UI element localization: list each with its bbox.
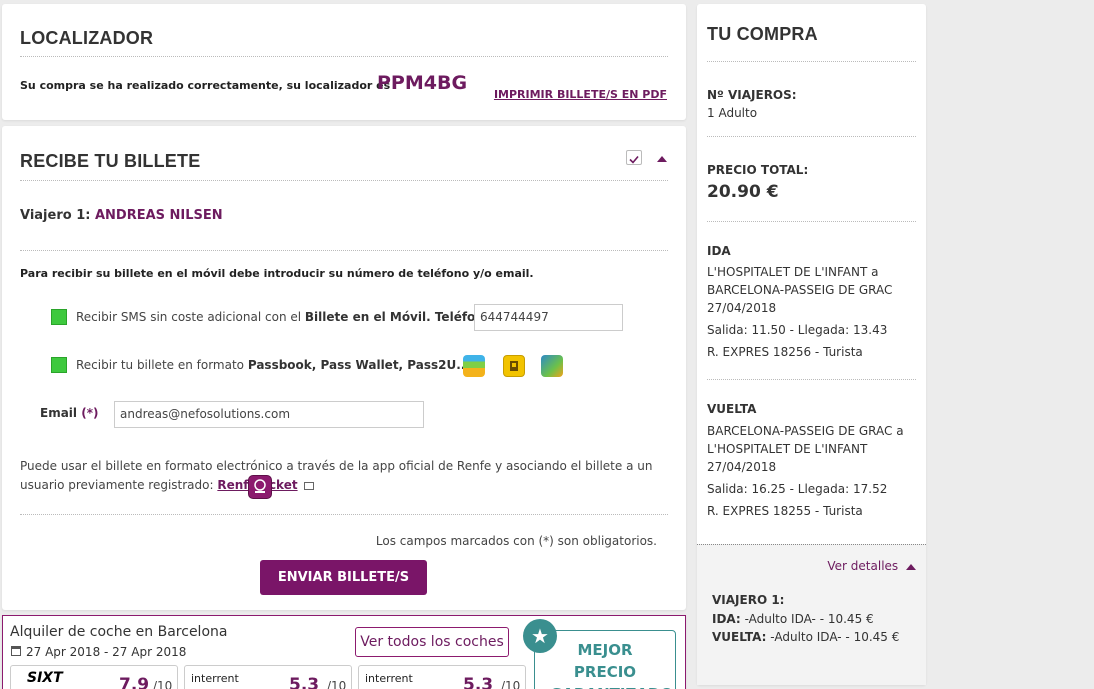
viajeros-value: 1 Adulto bbox=[707, 106, 758, 120]
localizador-message: Su compra se ha realizado correctamente,… bbox=[20, 79, 391, 92]
compra-title: TU COMPRA bbox=[707, 24, 818, 44]
divider bbox=[20, 56, 668, 57]
provider-score: 5.3 bbox=[463, 675, 494, 689]
detail-viajero: VIAJERO 1: bbox=[712, 593, 785, 607]
renfe-app-icon[interactable] bbox=[248, 475, 272, 499]
provider-logo-sixt: SIXT bbox=[27, 670, 63, 686]
detail-ida-value: -Adulto IDA- - 10.45 € bbox=[744, 612, 874, 626]
collapse-arrow-icon[interactable] bbox=[657, 156, 667, 162]
ida-date: 27/04/2018 bbox=[707, 301, 777, 315]
detail-vuelta-row: VUELTA: -Adulto IDA- - 10.45 € bbox=[712, 630, 899, 644]
recibe-billete-card: RECIBE TU BILLETE Viajero 1: ANDREAS NIL… bbox=[2, 126, 686, 610]
divider bbox=[707, 221, 916, 222]
provider-score-max: /10 bbox=[501, 679, 521, 689]
ver-detalles-text: Ver detalles bbox=[827, 559, 899, 573]
required-note: Los campos marcados con (*) son obligato… bbox=[375, 534, 657, 548]
ida-details: L'HOSPITALET DE L'INFANT a BARCELONA-PAS… bbox=[707, 263, 912, 361]
localizador-card: LOCALIZADOR Su compra se ha realizado co… bbox=[2, 4, 686, 120]
localizador-code: PPM4BG bbox=[377, 72, 468, 94]
provider-score-max: /10 bbox=[153, 679, 173, 689]
detail-vuelta-value: -Adulto IDA- - 10.45 € bbox=[770, 630, 900, 644]
email-label: Email (*) bbox=[40, 406, 98, 420]
sms-text-bold: Billete en el Móvil. Teléfono bbox=[304, 310, 493, 324]
recibe-title: RECIBE TU BILLETE bbox=[20, 151, 201, 171]
email-required-mark: (*) bbox=[81, 406, 99, 420]
details-panel: Ver detalles VIAJERO 1: IDA: -Adulto IDA… bbox=[697, 544, 926, 685]
vuelta-times: Salida: 16.25 - Llegada: 17.52 bbox=[707, 482, 888, 496]
divider bbox=[20, 250, 668, 251]
ida-times: Salida: 11.50 - Llegada: 13.43 bbox=[707, 323, 888, 337]
divider bbox=[707, 61, 916, 62]
vuelta-details: BARCELONA-PASSEIG DE GRAC a L'HOSPITALET… bbox=[707, 422, 912, 520]
wallet-app-icon bbox=[463, 355, 485, 377]
divider bbox=[20, 514, 668, 515]
localizador-title: LOCALIZADOR bbox=[20, 28, 154, 48]
divider bbox=[20, 180, 668, 181]
viajeros-label: Nº VIAJEROS: bbox=[707, 88, 797, 102]
provider-score: 7.9 bbox=[119, 675, 150, 689]
passwallet-app-icon bbox=[503, 355, 525, 377]
precio-label: PRECIO TOTAL: bbox=[707, 163, 809, 177]
detail-vuelta-label: VUELTA: bbox=[712, 630, 767, 644]
sms-label: Recibir SMS sin coste adicional con el B… bbox=[76, 310, 507, 324]
sms-checkbox[interactable] bbox=[51, 309, 67, 325]
precio-value: 20.90 € bbox=[707, 182, 779, 202]
divider bbox=[707, 136, 916, 137]
provider-logo-interrent: interrent bbox=[191, 672, 239, 685]
email-input[interactable]: andreas@nefosolutions.com bbox=[114, 401, 424, 428]
send-tickets-button[interactable]: ENVIAR BILLETE/S bbox=[260, 560, 427, 595]
passbook-text-bold: Passbook, Pass Wallet, Pass2U.... bbox=[247, 358, 475, 372]
check-icon[interactable] bbox=[626, 150, 642, 165]
external-link-icon bbox=[304, 481, 315, 490]
car-rental-dates: 27 Apr 2018 - 27 Apr 2018 bbox=[26, 645, 187, 659]
ida-label: IDA bbox=[707, 244, 731, 258]
provider-score-max: /10 bbox=[327, 679, 347, 689]
provider-score: 5.3 bbox=[289, 675, 320, 689]
app-text-block: Puede usar el billete en formato electró… bbox=[20, 457, 660, 495]
app-text: Puede usar el billete en formato electró… bbox=[20, 459, 653, 492]
provider-card-sixt[interactable]: SIXT 7.9 /10 bbox=[10, 665, 178, 689]
vuelta-route: BARCELONA-PASSEIG DE GRAC a L'HOSPITALET… bbox=[707, 424, 904, 456]
tu-compra-sidebar: TU COMPRA Nº VIAJEROS: 1 Adulto PRECIO T… bbox=[697, 4, 926, 685]
provider-card-interrent-1[interactable]: interrent 5.3 /10 bbox=[184, 665, 352, 689]
ida-train: R. EXPRES 18256 - Turista bbox=[707, 345, 863, 359]
passbook-label: Recibir tu billete en formato Passbook, … bbox=[76, 358, 474, 372]
car-rental-title: Alquiler de coche en Barcelona bbox=[10, 624, 228, 640]
ver-detalles-link[interactable]: Ver detalles bbox=[827, 559, 916, 573]
ida-route: L'HOSPITALET DE L'INFANT a BARCELONA-PAS… bbox=[707, 265, 893, 297]
provider-card-interrent-2[interactable]: interrent 5.3 /10 bbox=[358, 665, 526, 689]
view-all-cars-button[interactable]: Ver todos los coches bbox=[355, 627, 509, 657]
passbook-text-prefix: Recibir tu billete en formato bbox=[76, 358, 245, 372]
car-rental-card: Alquiler de coche en Barcelona 27 Apr 20… bbox=[2, 615, 686, 689]
viajero-name: ANDREAS NILSEN bbox=[94, 208, 223, 223]
email-label-text: Email bbox=[40, 406, 78, 420]
calendar-icon bbox=[11, 646, 21, 656]
sms-text-prefix: Recibir SMS sin coste adicional con el bbox=[76, 310, 302, 324]
vuelta-label: VUELTA bbox=[707, 402, 757, 416]
viajero-row: Viajero 1: ANDREAS NILSEN bbox=[20, 208, 223, 223]
provider-logo-interrent: interrent bbox=[365, 672, 413, 685]
passbook-checkbox[interactable] bbox=[51, 357, 67, 373]
viajero-label: Viajero 1: bbox=[20, 208, 91, 223]
vuelta-date: 27/04/2018 bbox=[707, 460, 777, 474]
divider bbox=[707, 379, 916, 380]
instructions-text: Para recibir su billete en el móvil debe… bbox=[20, 267, 534, 280]
best-price-text: MEJOR PRECIO GARANTIZADO bbox=[550, 641, 673, 689]
print-pdf-link[interactable]: IMPRIMIR BILLETE/S EN PDF bbox=[494, 88, 667, 101]
vuelta-train: R. EXPRES 18255 - Turista bbox=[707, 504, 863, 518]
pass2u-app-icon bbox=[541, 355, 563, 377]
chevron-up-icon bbox=[906, 563, 916, 570]
star-icon: ★ bbox=[523, 619, 557, 653]
detail-ida-row: IDA: -Adulto IDA- - 10.45 € bbox=[712, 612, 874, 626]
detail-ida-label: IDA: bbox=[712, 612, 741, 626]
phone-input[interactable]: 644744497 bbox=[474, 304, 623, 331]
